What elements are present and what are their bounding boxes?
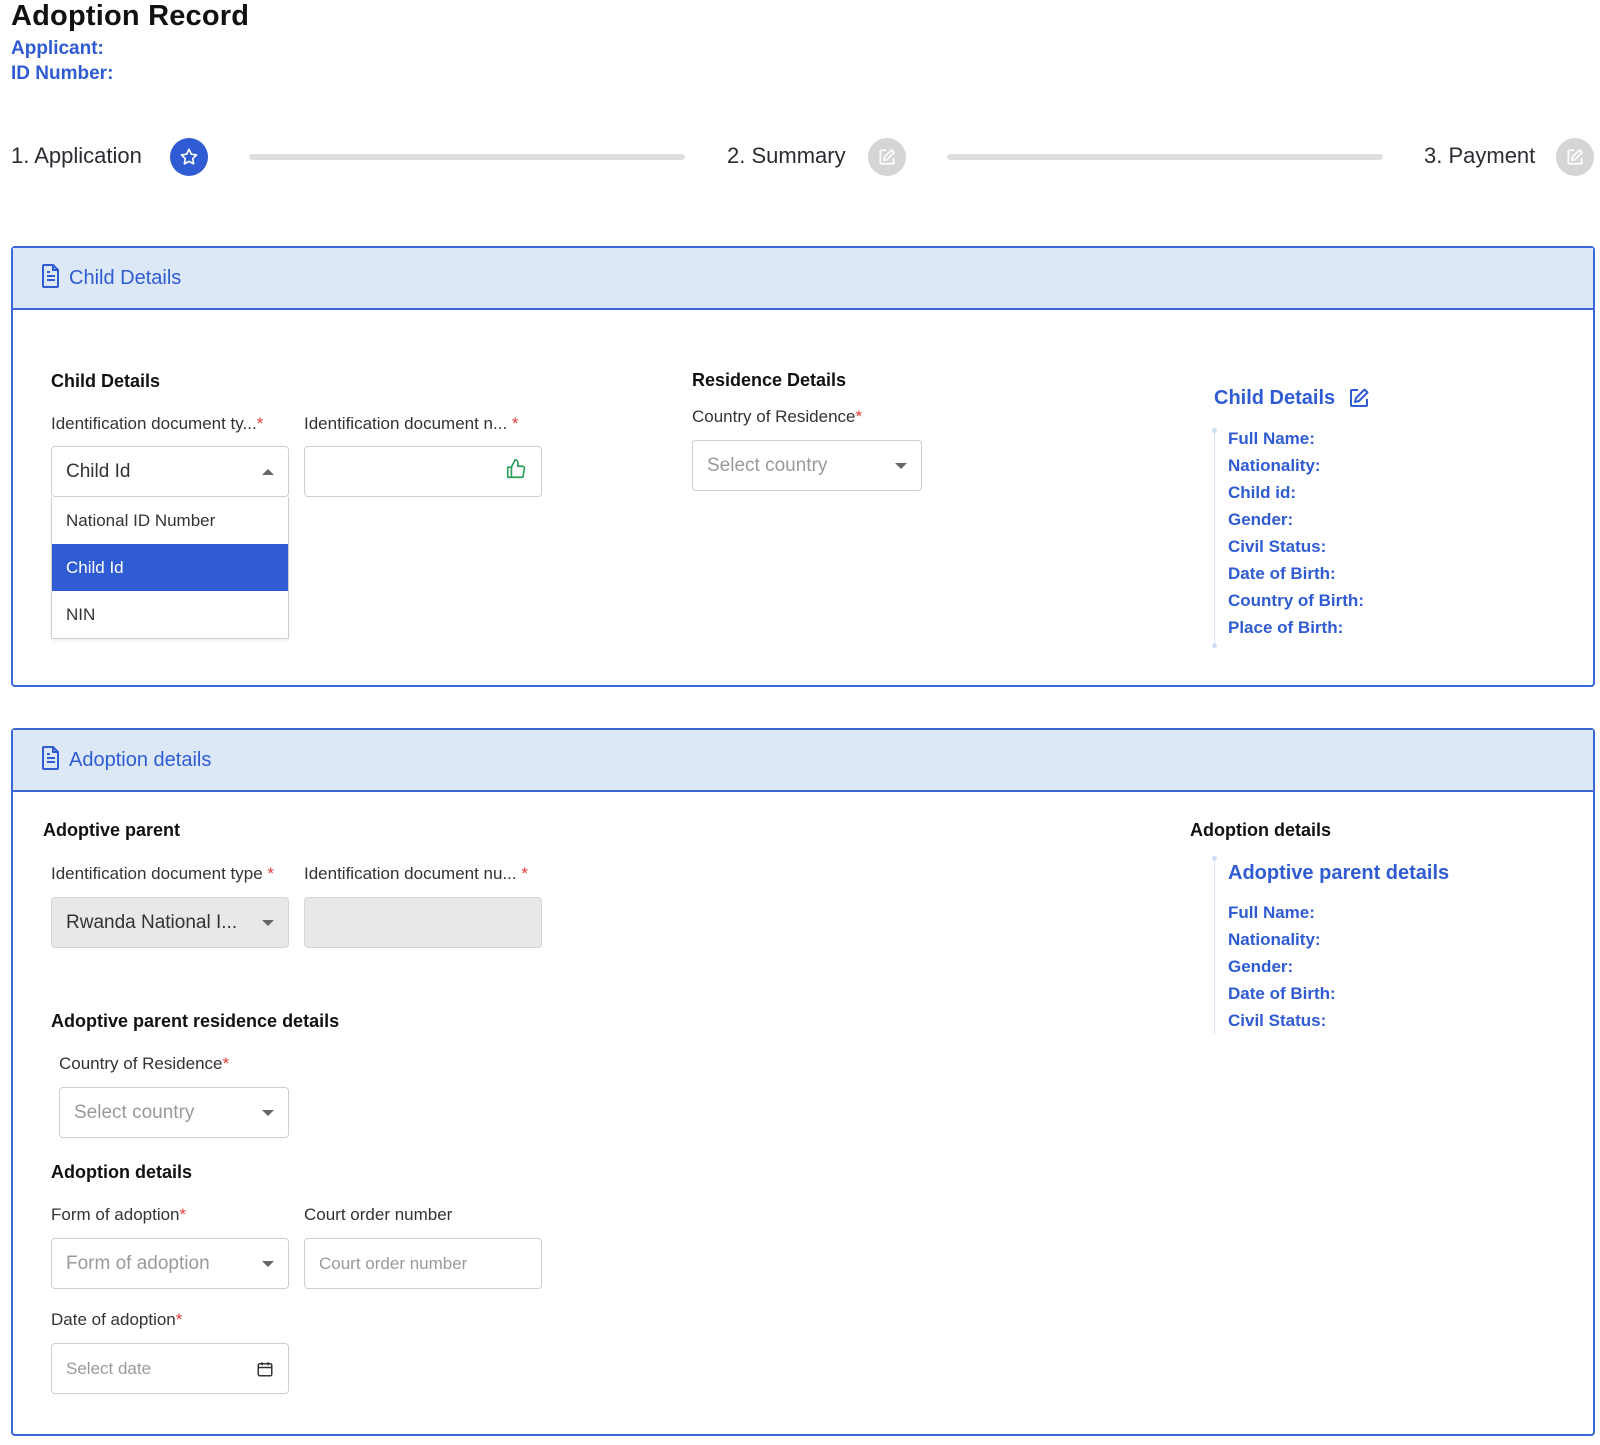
step-connector: [249, 154, 685, 160]
chevron-up-icon: [262, 468, 274, 475]
card-header-title: Child Details: [69, 266, 182, 289]
residence-details-heading: Residence Details: [692, 370, 847, 390]
step-summary-label[interactable]: 2. Summary: [727, 143, 846, 169]
id-type-select[interactable]: Child Id: [51, 446, 289, 497]
star-icon[interactable]: [170, 138, 208, 176]
applicant-label: Applicant:: [11, 38, 104, 59]
summary-full-name: Full Name:: [1228, 429, 1315, 448]
edit-icon[interactable]: [1347, 386, 1371, 410]
adoptive-parent-heading: Adoptive parent: [43, 820, 181, 840]
adoption-summary-heading: Adoption details: [1190, 820, 1331, 840]
parent-id-number-label: Identification document nu... *: [304, 864, 528, 883]
adoption-details-card: Adoption details: [11, 728, 1595, 1436]
id-type-selected-value: Child Id: [66, 460, 131, 482]
country-of-residence-label: Country of Residence*: [692, 407, 863, 426]
id-number-label: Identification document n... *: [304, 414, 519, 433]
summary-nationality: Nationality:: [1228, 456, 1321, 475]
form-of-adoption-label: Form of adoption*: [51, 1205, 187, 1224]
child-details-heading: Child Details: [51, 371, 161, 391]
parent-residence-heading: Adoptive parent residence details: [51, 1011, 340, 1031]
edit-icon[interactable]: [1556, 138, 1594, 176]
timeline-bar: [1214, 430, 1215, 646]
parent-country-label: Country of Residence*: [59, 1054, 230, 1073]
thumbs-up-icon: [505, 458, 527, 486]
chevron-down-icon: [262, 1260, 274, 1267]
document-icon: [41, 745, 61, 775]
summary-country-of-birth: Country of Birth:: [1228, 591, 1364, 610]
date-placeholder: Select date: [66, 1358, 152, 1378]
summary-date-of-birth: Date of Birth:: [1228, 564, 1336, 583]
form-of-adoption-placeholder: Form of adoption: [66, 1252, 210, 1274]
calendar-icon[interactable]: [256, 1360, 274, 1378]
child-details-card-header[interactable]: Child Details: [13, 248, 1593, 310]
form-of-adoption-select[interactable]: Form of adoption: [51, 1238, 289, 1289]
child-summary-title-row: Child Details: [1214, 386, 1371, 410]
parent-summary-date-of-birth: Date of Birth:: [1228, 984, 1336, 1003]
chevron-down-icon: [895, 462, 907, 469]
id-type-dropdown: National ID Number Child Id NIN: [51, 497, 289, 639]
parent-id-type-label: Identification document type *: [51, 864, 275, 883]
court-order-placeholder: Court order number: [319, 1253, 468, 1273]
card-header-title: Adoption details: [69, 748, 212, 771]
parent-summary-full-name: Full Name:: [1228, 903, 1315, 922]
date-of-adoption-picker[interactable]: Select date: [51, 1343, 289, 1394]
court-order-input[interactable]: Court order number: [304, 1238, 542, 1289]
id-number-input[interactable]: [304, 446, 542, 497]
parent-country-placeholder: Select country: [74, 1101, 195, 1123]
timeline-dot: [1212, 643, 1217, 648]
adoption-details-heading: Adoption details: [51, 1162, 192, 1182]
dropdown-option-selected[interactable]: Child Id: [52, 544, 288, 591]
country-placeholder: Select country: [707, 454, 828, 476]
step-application-label[interactable]: 1. Application: [11, 143, 142, 169]
child-summary-title: Child Details: [1214, 386, 1336, 409]
id-type-label: Identification document ty...*: [51, 414, 264, 433]
court-order-label: Court order number: [304, 1205, 453, 1224]
summary-gender: Gender:: [1228, 510, 1294, 529]
parent-summary-nationality: Nationality:: [1228, 930, 1321, 949]
parent-summary-gender: Gender:: [1228, 957, 1294, 976]
chevron-down-icon: [262, 1109, 274, 1116]
summary-civil-status: Civil Status:: [1228, 537, 1327, 556]
id-number-label: ID Number:: [11, 63, 114, 84]
summary-place-of-birth: Place of Birth:: [1228, 618, 1344, 637]
step-connector: [947, 154, 1383, 160]
summary-child-id: Child id:: [1228, 483, 1296, 502]
adoptive-parent-summary-title: Adoptive parent details: [1228, 862, 1450, 884]
timeline-bar: [1214, 858, 1215, 1034]
parent-summary-civil-status: Civil Status:: [1228, 1011, 1327, 1030]
parent-id-type-select[interactable]: Rwanda National I...: [51, 897, 289, 948]
parent-country-select[interactable]: Select country: [59, 1087, 289, 1138]
step-payment-label[interactable]: 3. Payment: [1424, 143, 1535, 169]
chevron-down-icon: [262, 919, 274, 926]
adoption-details-card-header[interactable]: Adoption details: [13, 730, 1593, 792]
document-icon: [41, 263, 61, 293]
date-of-adoption-label: Date of adoption*: [51, 1310, 183, 1329]
edit-icon[interactable]: [868, 138, 906, 176]
parent-id-type-value: Rwanda National I...: [66, 911, 238, 933]
page-title: Adoption Record: [11, 0, 250, 32]
dropdown-option[interactable]: NIN: [52, 591, 288, 638]
parent-id-number-input[interactable]: [304, 897, 542, 948]
dropdown-option[interactable]: National ID Number: [52, 497, 288, 544]
country-select[interactable]: Select country: [692, 440, 922, 491]
